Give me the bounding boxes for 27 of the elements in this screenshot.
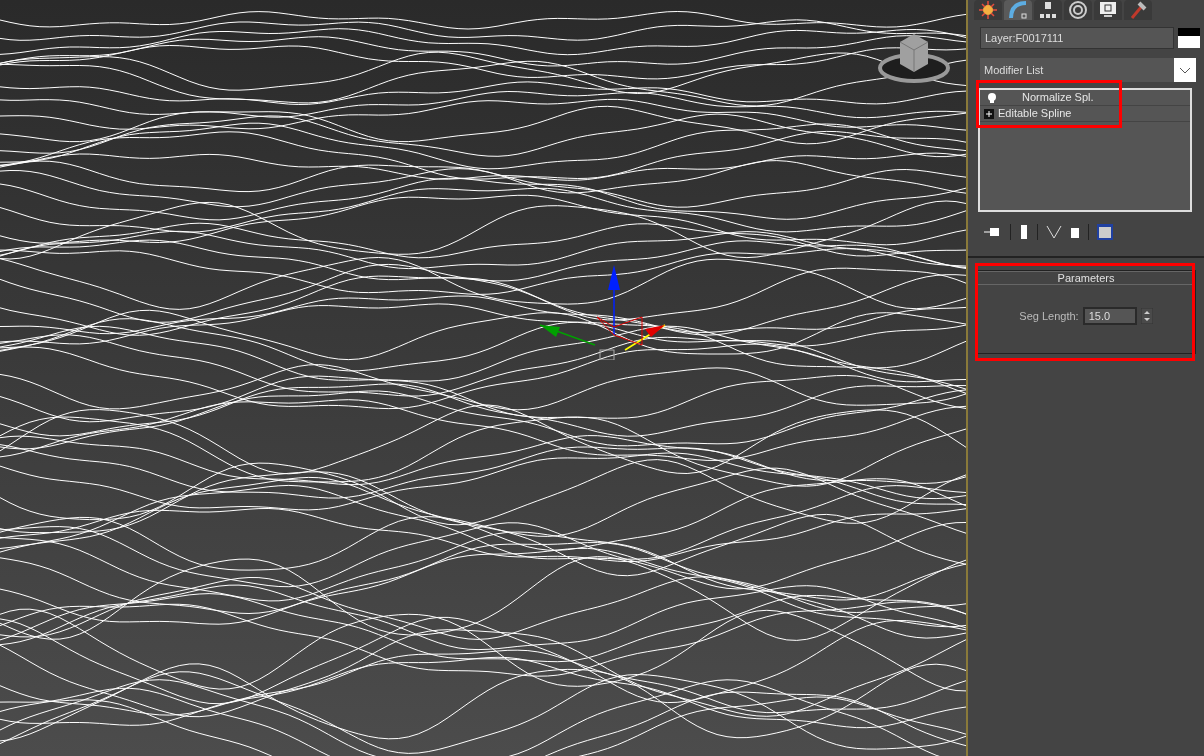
- modifier-list-dropdown[interactable]: Modifier List: [980, 58, 1174, 82]
- rollout-header[interactable]: Parameters: [977, 271, 1195, 285]
- curve-icon: [1008, 0, 1028, 20]
- command-panel-tab[interactable]: [1034, 0, 1062, 20]
- modifier-stack-item[interactable]: Editable Spline: [980, 106, 1190, 122]
- pin-icon[interactable]: [984, 226, 1002, 238]
- bulb-icon[interactable]: [986, 91, 998, 104]
- object-name-field[interactable]: Layer:F0017111: [980, 27, 1174, 49]
- sun-icon: [978, 0, 998, 20]
- trash-icon[interactable]: [1070, 225, 1080, 239]
- hierarchy-icon: [1038, 0, 1058, 20]
- spinner-icon[interactable]: [1140, 308, 1153, 324]
- vertex-icon[interactable]: [1046, 225, 1062, 239]
- monitor-icon: [1098, 0, 1118, 20]
- command-panel-tab[interactable]: [1124, 0, 1152, 20]
- field-label: Seg Length:: [1019, 308, 1079, 324]
- command-panel-tab[interactable]: [1064, 0, 1092, 20]
- command-panel-tab[interactable]: [1094, 0, 1122, 20]
- modifier-stack-item[interactable]: Normalize Spl.: [980, 90, 1190, 106]
- command-panel-tab[interactable]: [974, 0, 1002, 20]
- hammer-icon: [1128, 0, 1148, 20]
- expand-plus-icon[interactable]: [984, 108, 994, 119]
- seg-length-field[interactable]: 15.0: [1082, 307, 1137, 325]
- tube-icon[interactable]: [1019, 224, 1029, 240]
- configure-icon[interactable]: [1097, 224, 1113, 240]
- object-color-swatch[interactable]: [1178, 28, 1200, 48]
- wheel-icon: [1068, 0, 1088, 20]
